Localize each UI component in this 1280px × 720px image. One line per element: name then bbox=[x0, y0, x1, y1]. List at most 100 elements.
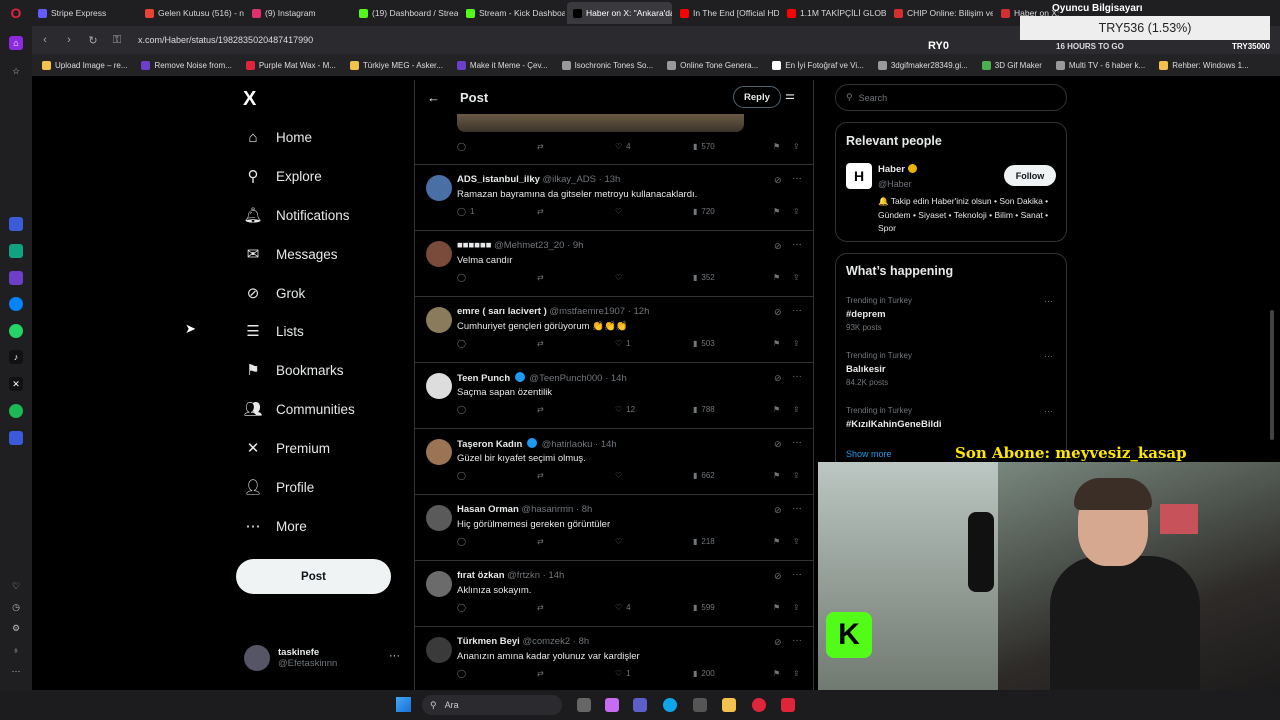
more-icon[interactable]: ··· bbox=[792, 503, 802, 514]
windows-start-icon[interactable] bbox=[396, 697, 411, 712]
app-icon[interactable] bbox=[9, 271, 23, 285]
bookmark-item[interactable]: En İyi Fotoğraf ve Vi... bbox=[772, 60, 864, 70]
bookmark-item[interactable]: 3D Gif Maker bbox=[981, 60, 1042, 70]
avatar[interactable] bbox=[426, 175, 452, 201]
more-icon[interactable]: ··· bbox=[792, 635, 802, 646]
nav-item-more[interactable]: ⋯ More bbox=[244, 517, 307, 535]
avatar[interactable] bbox=[426, 505, 452, 531]
nav-item-lists[interactable]: ☰ Lists bbox=[244, 322, 304, 340]
nav-item-profile[interactable]: 👤︎ Profile bbox=[243, 478, 314, 496]
bookmark-icon[interactable]: ⚑ bbox=[773, 471, 780, 480]
bulb-icon[interactable]: ♁ bbox=[9, 643, 23, 657]
opera-logo-icon[interactable]: O bbox=[0, 0, 32, 26]
back-arrow-icon[interactable]: ← bbox=[427, 90, 440, 105]
share-icon[interactable]: ⇪ bbox=[793, 537, 800, 546]
more-icon[interactable]: ··· bbox=[1044, 296, 1053, 306]
nav-item-explore[interactable]: ⚲ Explore bbox=[244, 167, 322, 185]
tweet-author[interactable]: Taşeron Kadın bbox=[457, 439, 522, 450]
tweet-author[interactable]: fırat özkan bbox=[457, 570, 505, 581]
reply-tweet[interactable]: Türkmen Beyi @comzek2 · 8h Ananızın amın… bbox=[415, 626, 813, 690]
avatar[interactable] bbox=[426, 637, 452, 663]
x-icon[interactable]: ✕ bbox=[9, 377, 23, 391]
reply-button[interactable]: Reply bbox=[733, 86, 781, 108]
like-button[interactable]: ♡ 4 bbox=[615, 603, 631, 612]
views-button[interactable]: ▮ 503 bbox=[693, 339, 715, 348]
person-name[interactable]: Haber bbox=[878, 164, 905, 175]
grok-icon[interactable]: ⊘ bbox=[774, 439, 782, 450]
grok-icon[interactable]: ⊘ bbox=[774, 505, 782, 516]
retweet-icon[interactable]: ⇄ bbox=[537, 471, 544, 480]
reload-icon[interactable]: ↻ bbox=[86, 34, 100, 47]
post-media-image[interactable] bbox=[457, 114, 744, 132]
tweet-author[interactable]: Teen Punch bbox=[457, 373, 510, 384]
views-button[interactable]: ▮ 200 bbox=[693, 669, 715, 678]
browser-tab[interactable]: (19) Dashboard / Stream bbox=[353, 2, 458, 24]
reply-tweet[interactable]: emre ( sarı lacivert ) @mstfaemre1907 · … bbox=[415, 296, 813, 362]
grok-icon[interactable]: ⊘ bbox=[774, 637, 782, 648]
nav-item-communities[interactable]: 👥︎ Communities bbox=[243, 400, 354, 418]
reply-tweet[interactable]: Hasan Orman @hasanrmn · 8h Hiç görülmeme… bbox=[415, 494, 813, 560]
follow-button[interactable]: Follow bbox=[1004, 165, 1056, 186]
share-icon[interactable]: ⇪ bbox=[793, 405, 800, 414]
reply-tweet[interactable]: ■■■■■■ @Mehmet23_20 · 9h Velma candır ⊘ … bbox=[415, 230, 813, 296]
retweet-icon[interactable]: ⇄ bbox=[537, 405, 544, 414]
bookmark-item[interactable]: Remove Noise from... bbox=[141, 60, 232, 70]
reply-button[interactable]: ◯ bbox=[457, 339, 470, 348]
avatar[interactable] bbox=[426, 373, 452, 399]
whatsapp-icon[interactable] bbox=[9, 324, 23, 338]
nav-item-grok[interactable]: ⊘ Grok bbox=[244, 284, 306, 302]
bookmark-icon[interactable]: ⚑ bbox=[773, 207, 780, 216]
share-icon[interactable]: ⇪ bbox=[793, 142, 800, 151]
nav-item-premium[interactable]: ✕ Premium bbox=[244, 439, 330, 457]
reply-tweet[interactable]: ADS_istanbul_ilky @ilkay_ADS · 13h Ramaz… bbox=[415, 164, 813, 230]
tiktok-icon[interactable]: ♪ bbox=[9, 350, 23, 364]
browser-tab[interactable]: CHIP Online: Bilişim ve T bbox=[888, 2, 993, 24]
nav-item-messages[interactable]: ✉ Messages bbox=[244, 245, 338, 263]
more-icon[interactable]: ··· bbox=[792, 569, 802, 580]
like-button[interactable]: ♡ 12 bbox=[615, 405, 635, 414]
grok-icon[interactable]: ⊘ bbox=[774, 571, 782, 582]
browser-tab[interactable]: Gelen Kutusu (516) - nor bbox=[139, 2, 244, 24]
like-button[interactable]: ♡ 4 bbox=[615, 142, 631, 151]
star-icon[interactable]: ☆ bbox=[9, 64, 23, 78]
grok-icon[interactable]: ⊘ bbox=[774, 175, 782, 186]
browser-tab[interactable]: Stream - Kick Dashboard bbox=[460, 2, 565, 24]
more-icon[interactable]: ··· bbox=[1044, 406, 1053, 416]
reply-button[interactable]: ◯ bbox=[457, 537, 470, 546]
reply-button[interactable]: ◯ bbox=[457, 603, 470, 612]
scrollbar[interactable] bbox=[1268, 80, 1276, 440]
bookmark-item[interactable]: Purple Mat Wax - M... bbox=[245, 60, 336, 70]
explorer-icon[interactable] bbox=[722, 698, 736, 712]
bookmark-icon[interactable]: ⚑ bbox=[773, 603, 780, 612]
share-icon[interactable]: ⇪ bbox=[793, 273, 800, 282]
share-icon[interactable]: ⇪ bbox=[793, 471, 800, 480]
bookmark-item[interactable]: Multi TV - 6 haber k... bbox=[1055, 60, 1145, 70]
bookmark-item[interactable]: Make it Meme - Çev... bbox=[456, 60, 548, 70]
bookmark-icon[interactable]: ⚑ bbox=[773, 273, 780, 282]
like-button[interactable]: ♡ bbox=[615, 471, 626, 480]
views-button[interactable]: ▮ 599 bbox=[693, 603, 715, 612]
taskbar-search[interactable]: ⚲ Ara bbox=[422, 695, 562, 715]
filter-icon[interactable]: ⚌ bbox=[785, 89, 795, 102]
grok-icon[interactable]: ⊘ bbox=[774, 307, 782, 318]
reply-tweet[interactable]: fırat özkan @frtzkn · 14h Aklınıza sokay… bbox=[415, 560, 813, 626]
more-icon[interactable]: ··· bbox=[792, 239, 802, 250]
bookmark-item[interactable]: Isochronic Tones So... bbox=[561, 60, 653, 70]
history-icon[interactable]: ◷ bbox=[9, 600, 23, 614]
retweet-icon[interactable]: ⇄ bbox=[537, 669, 544, 678]
avatar[interactable] bbox=[426, 241, 452, 267]
reply-button[interactable]: ◯ 1 bbox=[457, 207, 474, 216]
show-more-link[interactable]: Show more bbox=[846, 449, 892, 459]
avatar[interactable] bbox=[426, 307, 452, 333]
bookmark-item[interactable]: Online Tone Genera... bbox=[667, 60, 758, 70]
like-button[interactable]: ♡ 1 bbox=[615, 669, 631, 678]
reply-button[interactable]: ◯ bbox=[457, 273, 470, 282]
app-icon[interactable] bbox=[781, 698, 795, 712]
avatar[interactable] bbox=[426, 571, 452, 597]
tweet-author[interactable]: Türkmen Beyi bbox=[457, 636, 520, 647]
more-icon[interactable]: ··· bbox=[792, 371, 802, 382]
views-button[interactable]: ▮ 720 bbox=[693, 207, 715, 216]
search-input[interactable]: ⚲ Search bbox=[835, 84, 1067, 111]
opera-icon[interactable] bbox=[752, 698, 766, 712]
reply-icon[interactable]: ◯ bbox=[457, 142, 466, 151]
